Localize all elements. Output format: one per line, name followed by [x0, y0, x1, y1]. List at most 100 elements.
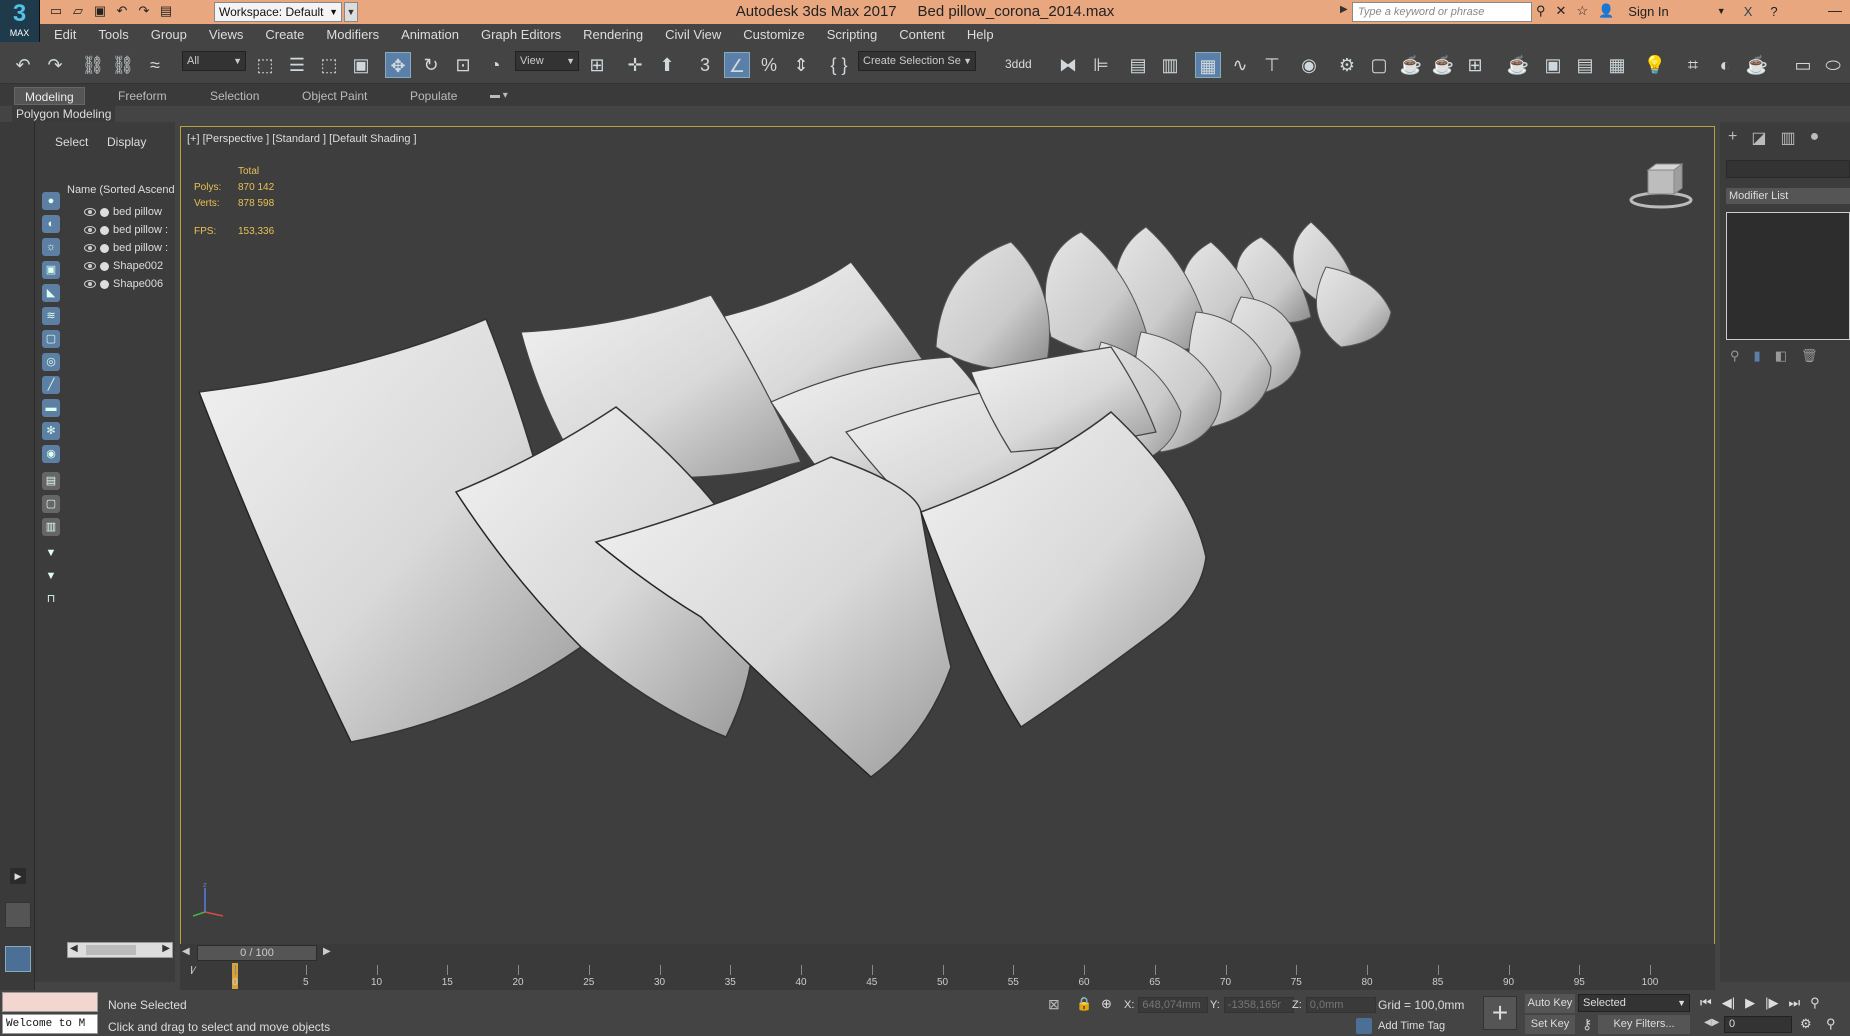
space-warps-filter-icon[interactable]: ≋ — [42, 307, 60, 325]
search-expand-icon[interactable]: ▶ — [1340, 4, 1348, 15]
corona-sun-icon[interactable]: ◐ — [1712, 52, 1738, 78]
eye-icon[interactable] — [84, 244, 96, 252]
menu-rendering[interactable]: Rendering — [583, 27, 643, 42]
menu-group[interactable]: Group — [151, 27, 187, 42]
modifier-stack[interactable] — [1726, 212, 1850, 340]
corona-render-icon[interactable]: ☕ — [1505, 52, 1531, 78]
menu-modifiers[interactable]: Modifiers — [326, 27, 379, 42]
unlink-icon[interactable]: ⛓ — [110, 52, 136, 78]
maxscript-listener-output[interactable]: Welcome to M — [2, 1014, 98, 1034]
edit-named-selection-icon[interactable]: { } — [826, 52, 852, 78]
time-slider-next-icon[interactable]: ▶ — [323, 946, 331, 957]
percent-snap-icon[interactable]: % — [756, 52, 782, 78]
ribbon-tab-modeling[interactable]: Modeling — [14, 87, 85, 105]
autodesk-exchange-icon[interactable]: X — [1744, 4, 1753, 19]
groups-filter-icon[interactable]: ▢ — [42, 330, 60, 348]
coord-y-field[interactable]: -1358,165r — [1223, 997, 1294, 1013]
helpers-filter-icon[interactable]: ◣ — [42, 284, 60, 302]
explorer-tab-select[interactable]: Select — [55, 135, 88, 149]
corona-light-icon[interactable]: 💡 — [1642, 52, 1668, 78]
select-and-place-icon[interactable]: ◔ — [482, 52, 508, 78]
scroll-left-icon[interactable]: ◀ — [70, 943, 78, 954]
corona-teapot-icon[interactable]: ⬭ — [1820, 52, 1846, 78]
pin-stack-icon[interactable]: ⚲ — [1730, 348, 1740, 364]
menu-content[interactable]: Content — [899, 27, 945, 42]
material-editor-icon[interactable]: ◉ — [1296, 52, 1322, 78]
display-invert-icon[interactable]: ▥ — [42, 518, 60, 536]
hierarchy-icon[interactable]: ⊓ — [42, 590, 60, 608]
zoom-icon[interactable]: ⚲ — [1810, 995, 1820, 1011]
redo-icon[interactable]: ↷ — [42, 52, 68, 78]
user-icon[interactable]: 👤 — [1598, 3, 1614, 19]
menu-civil-view[interactable]: Civil View — [665, 27, 721, 42]
key-selection-dropdown[interactable]: Selected ▼ — [1578, 994, 1690, 1012]
geometry-filter-icon[interactable]: ● — [42, 192, 60, 210]
link-icon[interactable]: ⛓ — [80, 52, 106, 78]
go-to-start-icon[interactable]: ⏮ — [1700, 995, 1712, 1011]
minimize-icon[interactable]: — — [1828, 2, 1842, 18]
time-tag-icon[interactable] — [1356, 1018, 1372, 1034]
isolate-selection-icon[interactable]: ⊠ — [1048, 996, 1060, 1013]
project-folder-icon[interactable]: ▤ — [158, 3, 174, 19]
render-production-icon[interactable]: ☕ — [1398, 52, 1424, 78]
help-icon[interactable]: ? — [1770, 4, 1777, 19]
ribbon-options-icon[interactable]: ▬ ▾ — [480, 87, 518, 105]
workspace-dropdown[interactable]: Workspace: Default ▼ — [214, 2, 342, 22]
track-bar[interactable]: Ⅰ∕ 0 5 10 15 20 25 30 35 40 45 50 55 60 65 70 75 80 85 90 9… — [180, 962, 1715, 990]
sign-in-link[interactable]: Sign In — [1628, 4, 1668, 19]
show-end-result-icon[interactable]: ▮ — [1754, 348, 1761, 364]
layer-explorer-icon[interactable]: ▤ — [1125, 52, 1151, 78]
display-all-icon[interactable]: ▤ — [42, 472, 60, 490]
modifier-list-dropdown[interactable]: Modifier List — [1726, 188, 1850, 204]
schematic-view-icon[interactable]: ⊤ — [1259, 52, 1285, 78]
eye-icon[interactable] — [84, 262, 96, 270]
viewport-layout-icon[interactable] — [5, 902, 31, 928]
render-active-shade-icon[interactable]: ☕ — [1430, 52, 1456, 78]
scrollbar-thumb[interactable] — [86, 945, 136, 955]
align-icon[interactable]: ⊫ — [1088, 52, 1114, 78]
favorites-icon[interactable]: ☆ — [1576, 3, 1588, 19]
object-name-field[interactable] — [1726, 160, 1850, 178]
select-by-name-icon[interactable]: ☰ — [284, 52, 310, 78]
window-crossing-icon[interactable]: ▣ — [348, 52, 374, 78]
containers-filter-icon[interactable]: ▬ — [42, 399, 60, 417]
key-mode-toggle-icon[interactable]: ◀▶ — [1704, 1017, 1719, 1028]
menu-customize[interactable]: Customize — [743, 27, 804, 42]
explorer-horizontal-scrollbar[interactable]: ◀ ▶ — [67, 942, 173, 958]
polygon-modeling-panel[interactable]: Polygon Modeling — [12, 106, 116, 122]
coord-z-field[interactable]: 0,0mm — [1305, 997, 1376, 1013]
xrefs-filter-icon[interactable]: ◎ — [42, 353, 60, 371]
bind-space-warp-icon[interactable]: ≈ — [142, 52, 168, 78]
make-unique-icon[interactable]: ◧ — [1775, 348, 1787, 364]
toggle-ribbon-icon[interactable]: ▥ — [1157, 52, 1183, 78]
perspective-viewport[interactable]: [+] [Perspective ] [Standard ] [Default … — [180, 126, 1715, 945]
ribbon-tab-populate[interactable]: Populate — [400, 87, 467, 105]
curve-editor-icon[interactable]: ∿ — [1227, 52, 1253, 78]
bones-filter-icon[interactable]: ╱ — [42, 376, 60, 394]
eye-icon[interactable] — [84, 208, 96, 216]
snaps-toggle-icon[interactable]: 3 — [692, 52, 718, 78]
lights-filter-icon[interactable]: ☼ — [42, 238, 60, 256]
go-to-end-icon[interactable]: ⏭ — [1788, 995, 1800, 1011]
mirror-icon[interactable]: ⧓ — [1055, 52, 1081, 78]
time-slider[interactable]: ◀ 0 / 100 ▶ — [180, 944, 1715, 962]
set-key-button[interactable]: Set Key — [1525, 1015, 1575, 1034]
filter-icon[interactable]: ▼ — [42, 544, 60, 562]
next-frame-icon[interactable]: |▶︎ — [1765, 995, 1778, 1011]
redo-icon[interactable]: ↷ — [136, 3, 152, 19]
rectangular-selection-icon[interactable]: ⬚ — [316, 52, 342, 78]
corona-folder-icon[interactable]: ▭ — [1790, 52, 1816, 78]
named-selection-set-dropdown[interactable]: Create Selection Se ▼ — [858, 51, 976, 71]
viewcube-icon[interactable] — [1626, 162, 1696, 212]
cameras-filter-icon[interactable]: ▣ — [42, 261, 60, 279]
menu-help[interactable]: Help — [967, 27, 994, 42]
app-logo[interactable]: 3 MAX — [0, 0, 40, 42]
hierarchy-tab-icon[interactable]: ▥ — [1780, 128, 1795, 148]
plugin-label-3ddd[interactable]: 3ddd — [1005, 57, 1032, 71]
undo-icon[interactable]: ↶ — [114, 3, 130, 19]
viewport-nav-icon[interactable]: ⚲ — [1826, 1016, 1836, 1032]
eye-icon[interactable] — [84, 280, 96, 288]
explorer-name-column[interactable]: Name (Sorted Ascend — [67, 184, 175, 196]
new-file-icon[interactable]: ▭ — [48, 3, 64, 19]
keyboard-shortcut-override-icon[interactable]: ⬆ — [654, 52, 680, 78]
